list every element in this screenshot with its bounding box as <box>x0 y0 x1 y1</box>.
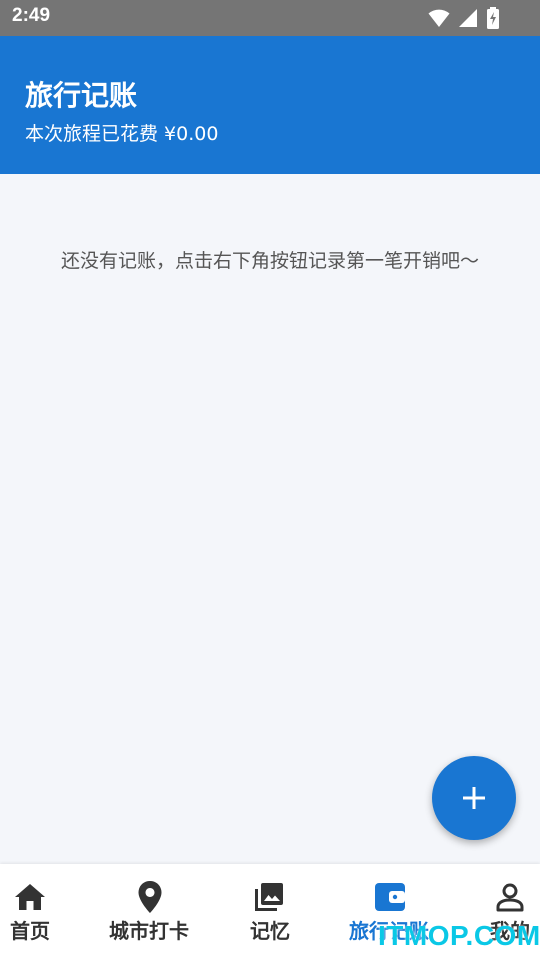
photo-library-icon <box>252 880 286 914</box>
home-icon <box>13 880 47 914</box>
page-title: 旅行记账 <box>25 79 138 112</box>
add-expense-button[interactable] <box>432 756 516 840</box>
empty-state-message: 还没有记账，点击右下角按钮记录第一笔开销吧～ <box>60 250 479 272</box>
wifi-icon <box>428 9 450 27</box>
person-icon <box>493 880 527 914</box>
plus-icon <box>463 787 485 809</box>
status-bar: 2:49 <box>0 0 540 36</box>
wallet-icon <box>373 880 407 914</box>
nav-label-memories: 记忆 <box>250 919 290 943</box>
nav-item-home[interactable]: 首页 <box>0 864 60 960</box>
status-icons <box>428 6 500 30</box>
nav-label-city-checkin: 城市打卡 <box>109 919 189 943</box>
battery-charging-icon <box>487 7 499 29</box>
app-header: 旅行记账 本次旅程已花费 ¥0.00 <box>0 36 540 174</box>
location-pin-icon <box>133 880 167 914</box>
nav-item-memories[interactable]: 记忆 <box>236 864 306 960</box>
status-time: 2:49 <box>12 5 51 26</box>
signal-icon <box>459 9 477 27</box>
nav-label-home: 首页 <box>10 919 50 943</box>
nav-item-city-checkin[interactable]: 城市打卡 <box>100 864 200 960</box>
trip-total-spent: 本次旅程已花费 ¥0.00 <box>25 123 219 145</box>
watermark: ITMOP.COM <box>378 920 540 951</box>
